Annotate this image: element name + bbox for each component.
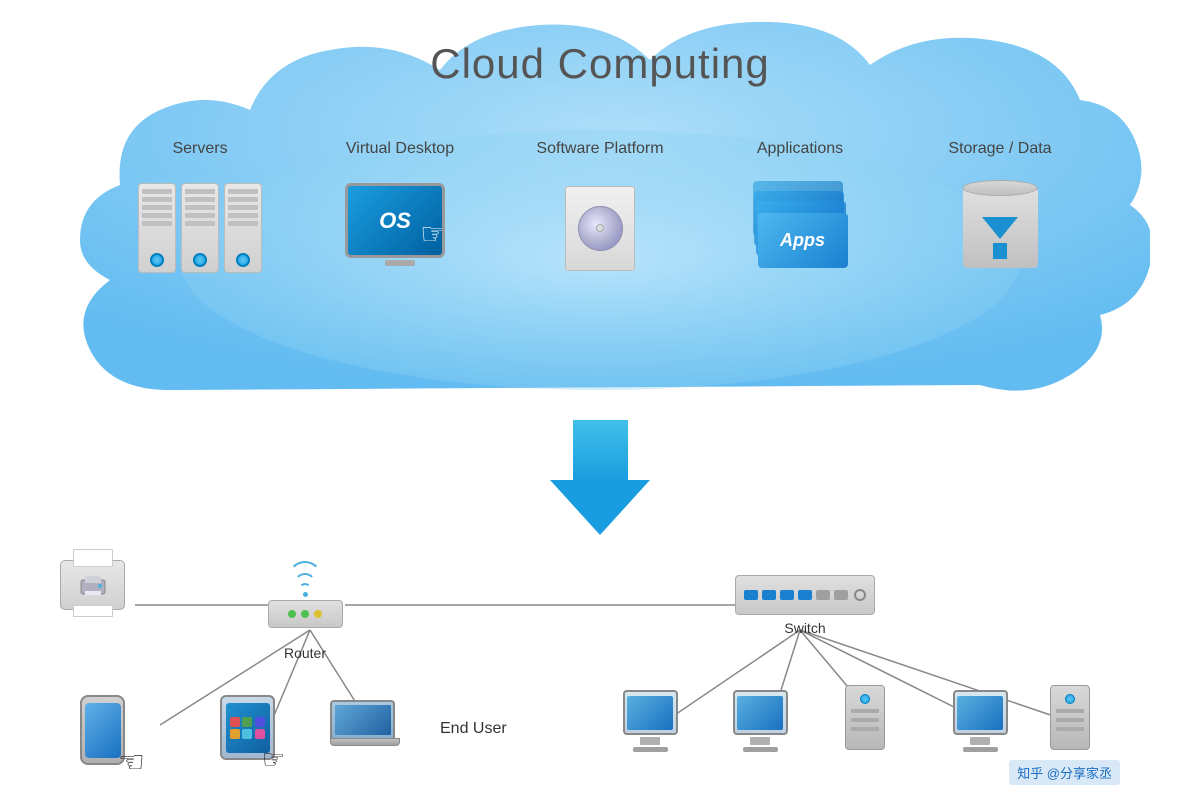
apps-layer-4: Apps xyxy=(758,213,848,268)
end-user-label-device: End User xyxy=(440,715,507,738)
laptop-screen-inner xyxy=(335,705,391,735)
tower-slot-6 xyxy=(1056,727,1084,731)
server-unit-2 xyxy=(181,183,219,273)
router-wifi xyxy=(280,565,330,595)
virtual-desktop-item: Virtual Desktop OS ☞ xyxy=(310,140,490,283)
cloud-items: Servers xyxy=(100,140,1100,283)
vdesktop-stand xyxy=(385,260,415,266)
cloud-title: Cloud Computing xyxy=(430,40,770,88)
desktop-device-2 xyxy=(730,690,790,765)
desktop-monitor-2 xyxy=(733,690,788,735)
tower-icon xyxy=(845,685,885,750)
servers-icon xyxy=(138,173,262,283)
desktop-stand-3 xyxy=(970,737,990,745)
tower-slot-3 xyxy=(851,727,879,731)
software-platform-item: Software Platform xyxy=(510,140,690,283)
connector-arrow xyxy=(550,420,650,535)
tablet-apps-grid xyxy=(230,717,266,739)
cd-hole xyxy=(596,224,604,232)
software-platform-icon xyxy=(560,173,640,283)
desktop-base-2 xyxy=(743,747,778,752)
servers-item: Servers xyxy=(110,140,290,283)
laptop-device xyxy=(330,700,400,755)
touch-cursor-icon: ☞ xyxy=(118,745,145,780)
printer-device xyxy=(60,560,125,610)
end-user-label: End User xyxy=(440,720,507,738)
router-icon xyxy=(265,565,345,640)
tower-device xyxy=(845,685,885,750)
desktop-screen xyxy=(627,696,673,730)
virtual-desktop-label: Virtual Desktop xyxy=(346,140,454,158)
watermark: 知乎 @分享家丞 xyxy=(1009,760,1120,785)
connector-arrow-head xyxy=(550,480,650,535)
storage-arrow-stem xyxy=(993,243,1007,259)
tower-icon-2 xyxy=(1050,685,1090,750)
desktop-base xyxy=(633,747,668,752)
tower-slot-2 xyxy=(851,718,879,722)
desktop-device-1 xyxy=(620,690,680,765)
desktop-stand-2 xyxy=(750,737,770,745)
desktop-stand xyxy=(640,737,660,745)
router-label: Router xyxy=(284,645,326,661)
tablet-device: ☞ xyxy=(220,695,275,760)
desktop-screen-3 xyxy=(957,696,1003,730)
laptop-base xyxy=(330,738,400,746)
switch-icon xyxy=(735,575,875,615)
servers-label: Servers xyxy=(172,140,227,158)
applications-item: Applications Apps xyxy=(710,140,890,283)
desktop-icon-1 xyxy=(620,690,680,765)
storage-cylinder xyxy=(963,188,1038,268)
software-box xyxy=(565,186,635,271)
mobile-screen xyxy=(85,703,121,758)
tower-slot-5 xyxy=(1056,718,1084,722)
mobile-device: ☞ xyxy=(80,695,125,765)
connector-arrow-stem xyxy=(573,420,628,480)
tower-power-btn-2 xyxy=(1065,694,1075,704)
software-platform-label: Software Platform xyxy=(536,140,663,158)
cursor-icon: ☞ xyxy=(420,217,445,252)
tower-slot-4 xyxy=(1056,709,1084,713)
laptop-screen xyxy=(330,700,395,738)
storage-data-item: Storage / Data xyxy=(910,140,1090,283)
apps-text: Apps xyxy=(780,230,825,251)
os-text: OS xyxy=(379,208,411,234)
applications-icon: Apps xyxy=(753,173,848,283)
tower-power-btn xyxy=(860,694,870,704)
tower-device-2 xyxy=(1050,685,1090,750)
storage-top xyxy=(963,180,1038,196)
router-body xyxy=(268,600,343,628)
server-unit-1 xyxy=(138,183,176,273)
virtual-desktop-icon: OS ☞ xyxy=(345,173,455,283)
desktop-device-3 xyxy=(950,690,1010,765)
switch-device: Switch xyxy=(735,575,875,636)
desktop-icon-3 xyxy=(950,690,1010,765)
printer-output xyxy=(73,605,113,617)
tablet-cursor-icon: ☞ xyxy=(262,744,285,775)
desktop-base-3 xyxy=(963,747,998,752)
switch-label: Switch xyxy=(784,620,825,636)
desktop-screen-2 xyxy=(737,696,783,730)
desktop-monitor xyxy=(623,690,678,735)
storage-arrow-head xyxy=(982,217,1018,239)
laptop-icon xyxy=(330,700,400,755)
software-cd-icon xyxy=(578,206,623,251)
desktop-monitor-3 xyxy=(953,690,1008,735)
storage-data-icon xyxy=(955,173,1045,283)
cloud-container: Cloud Computing Servers xyxy=(50,10,1150,430)
desktop-icon-2 xyxy=(730,690,790,765)
storage-data-label: Storage / Data xyxy=(948,140,1051,158)
router-device: Router xyxy=(265,565,345,661)
printer-icon xyxy=(60,560,125,610)
tower-slot-1 xyxy=(851,709,879,713)
server-unit-3 xyxy=(224,183,262,273)
applications-label: Applications xyxy=(757,140,843,158)
printer-paper xyxy=(73,549,113,567)
vdesktop-screen: OS ☞ xyxy=(345,183,445,258)
